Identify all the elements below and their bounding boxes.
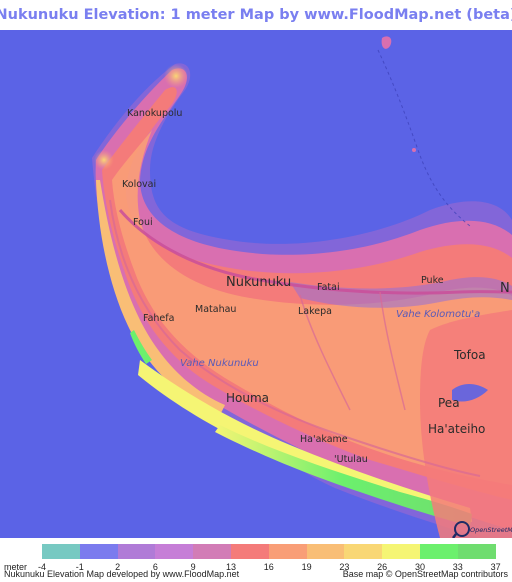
place-foui[interactable]: Foui [133, 217, 153, 228]
place-nukunuku[interactable]: Nukunuku [226, 275, 291, 290]
place-houma[interactable]: Houma [226, 391, 269, 405]
place-lakepa[interactable]: Lakepa [298, 306, 332, 317]
osm-logo-text: OpenStreetMap [470, 526, 512, 534]
water-vahe-kolomotua: Vahe Kolomotu'a [396, 309, 481, 320]
north-peak [164, 64, 188, 88]
place-puke[interactable]: Puke [421, 275, 444, 286]
place-utulau[interactable]: 'Utulau [334, 454, 368, 465]
place-pea[interactable]: Pea [438, 396, 460, 410]
legend-tick-label: 19 [301, 562, 312, 572]
place-matahau[interactable]: Matahau [195, 304, 236, 315]
credits-right: Base map © OpenStreetMap contributors [342, 569, 508, 579]
islet-small [412, 148, 416, 152]
legend-tick-label: 16 [263, 562, 274, 572]
place-n[interactable]: N [500, 281, 510, 296]
place-haateiho[interactable]: Ha'ateiho [428, 422, 485, 436]
map-title: Nukunuku Elevation: 1 meter Map by www.F… [0, 7, 512, 23]
title-bar: Nukunuku Elevation: 1 meter Map by www.F… [0, 0, 512, 30]
place-fahefa[interactable]: Fahefa [143, 313, 174, 324]
openstreetmap-logo-icon: OpenStreetMap [452, 521, 512, 538]
credits-left: Nukunuku Elevation Map developed by www.… [4, 569, 240, 579]
kolovai-peak [94, 150, 114, 170]
place-kanokupolu[interactable]: Kanokupolu [127, 108, 182, 119]
place-haakame[interactable]: Ha'akame [300, 434, 348, 445]
place-kolovai[interactable]: Kolovai [122, 179, 156, 190]
place-tofoa[interactable]: Tofoa [454, 348, 486, 362]
elevation-map[interactable]: Kanokupolu Kolovai Foui Nukunuku Fatai P… [0, 30, 512, 538]
water-vahe-nukunuku: Vahe Nukunuku [180, 358, 259, 369]
place-fatai[interactable]: Fatai [317, 282, 340, 293]
